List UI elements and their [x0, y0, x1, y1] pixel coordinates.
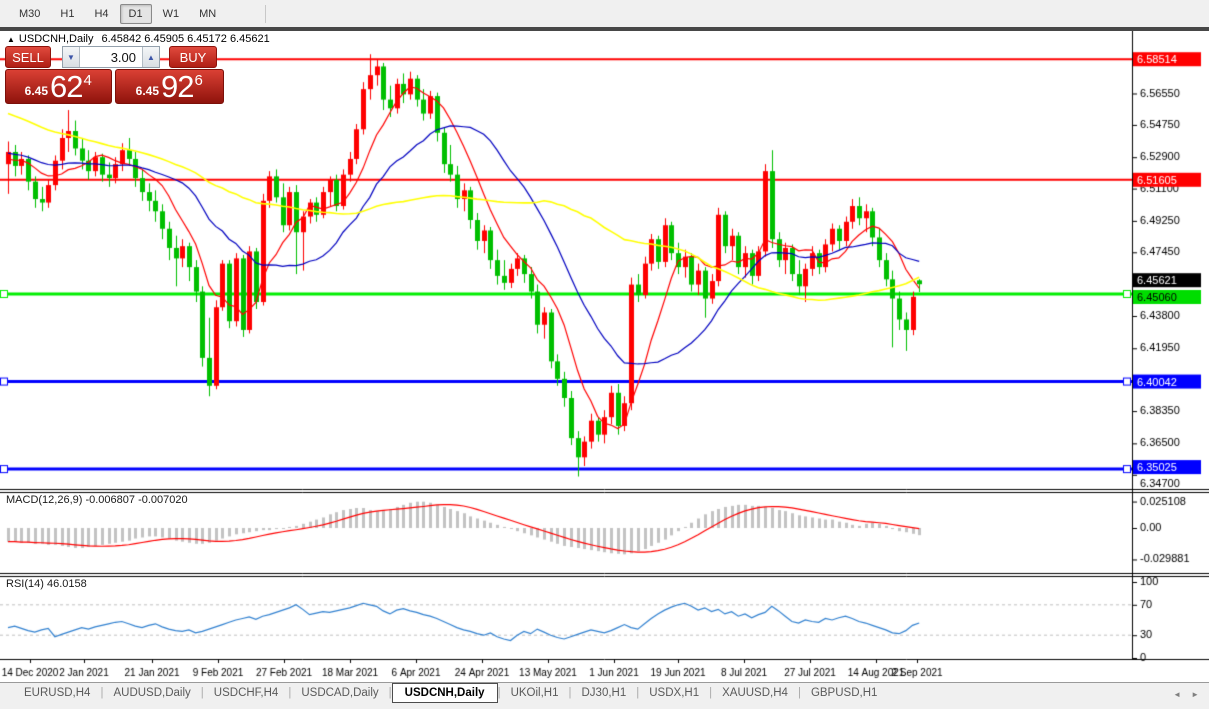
volume-up-icon[interactable]: ▲ [142, 47, 159, 67]
timeframe-button-h4[interactable]: H4 [85, 4, 117, 24]
trading-terminal-window: M30 H1 H4 D1 W1 MN ▲ USDCNH,Daily 6.45842 6.459… [0, 0, 1209, 709]
tab-dj30-h1[interactable]: DJ30,H1 [572, 684, 637, 702]
sell-price-sup: 4 [83, 72, 92, 89]
sell-price-big: 62 [50, 68, 83, 104]
tab-usdx-h1[interactable]: USDX,H1 [639, 684, 709, 702]
timeframe-button-w1[interactable]: W1 [154, 4, 189, 24]
tab-eurusd-h4[interactable]: EURUSD,H4 [14, 684, 100, 702]
timeframe-toolbar: M30 H1 H4 D1 W1 MN [0, 0, 1209, 27]
symbol-tab-bar: EURUSD,H4 | AUDUSD,Daily | USDCHF,H4 | USDCAD,… [0, 682, 1209, 709]
chart-canvas[interactable] [0, 31, 1209, 682]
chart-ohlc-values: 6.45842 6.45905 6.45172 6.45621 [101, 33, 270, 45]
tab-audusd-daily[interactable]: AUDUSD,Daily [103, 684, 200, 702]
tab-usdcad-daily[interactable]: USDCAD,Daily [291, 684, 388, 702]
tab-xauusd-h4[interactable]: XAUUSD,H4 [712, 684, 798, 702]
timeframe-button-m30[interactable]: M30 [10, 4, 49, 24]
buy-price-big: 92 [161, 68, 194, 104]
buy-price-prefix: 6.45 [135, 84, 160, 98]
timeframe-button-h1[interactable]: H1 [51, 4, 83, 24]
timeframe-button-d1[interactable]: D1 [119, 3, 152, 24]
tab-usdchf-h4[interactable]: USDCHF,H4 [204, 684, 289, 702]
rsi-indicator-label: RSI(14) 46.0158 [6, 578, 87, 590]
sell-button[interactable]: SELL [5, 46, 51, 68]
buy-button[interactable]: BUY [169, 46, 217, 68]
collapse-icon[interactable]: ▲ [7, 35, 15, 44]
tab-scroll-right-icon[interactable]: ► [1191, 690, 1199, 699]
toolbar-separator [265, 4, 267, 23]
volume-input[interactable] [80, 47, 142, 67]
tab-ukoil-h1[interactable]: UKOil,H1 [501, 684, 569, 702]
volume-down-icon[interactable]: ▼ [63, 47, 80, 67]
volume-stepper: ▼ ▲ [62, 46, 160, 68]
tab-gbpusd-h1[interactable]: GBPUSD,H1 [801, 684, 887, 702]
chart-symbol-label: USDCNH,Daily [18, 33, 94, 45]
tab-usdcnh-daily[interactable]: USDCNH,Daily [391, 683, 498, 703]
buy-price-sup: 6 [194, 72, 203, 89]
sell-price-prefix: 6.45 [24, 84, 49, 98]
timeframe-button-mn[interactable]: MN [190, 4, 225, 24]
tab-scroll-left-icon[interactable]: ◄ [1173, 690, 1181, 699]
buy-price-box[interactable]: 6.45 92 6 [114, 68, 224, 104]
one-click-trade-panel: SELL ▼ ▲ BUY 6.45 62 4 6.45 92 6 [5, 46, 224, 104]
macd-indicator-label: MACD(12,26,9) -0.006807 -0.007020 [6, 494, 188, 506]
chart-header: ▲ USDCNH,Daily 6.45842 6.45905 6.45172 6.4… [7, 33, 270, 45]
tab-scroll-arrows: ◄ ► [1173, 690, 1199, 699]
sell-price-box[interactable]: 6.45 62 4 [5, 69, 112, 104]
